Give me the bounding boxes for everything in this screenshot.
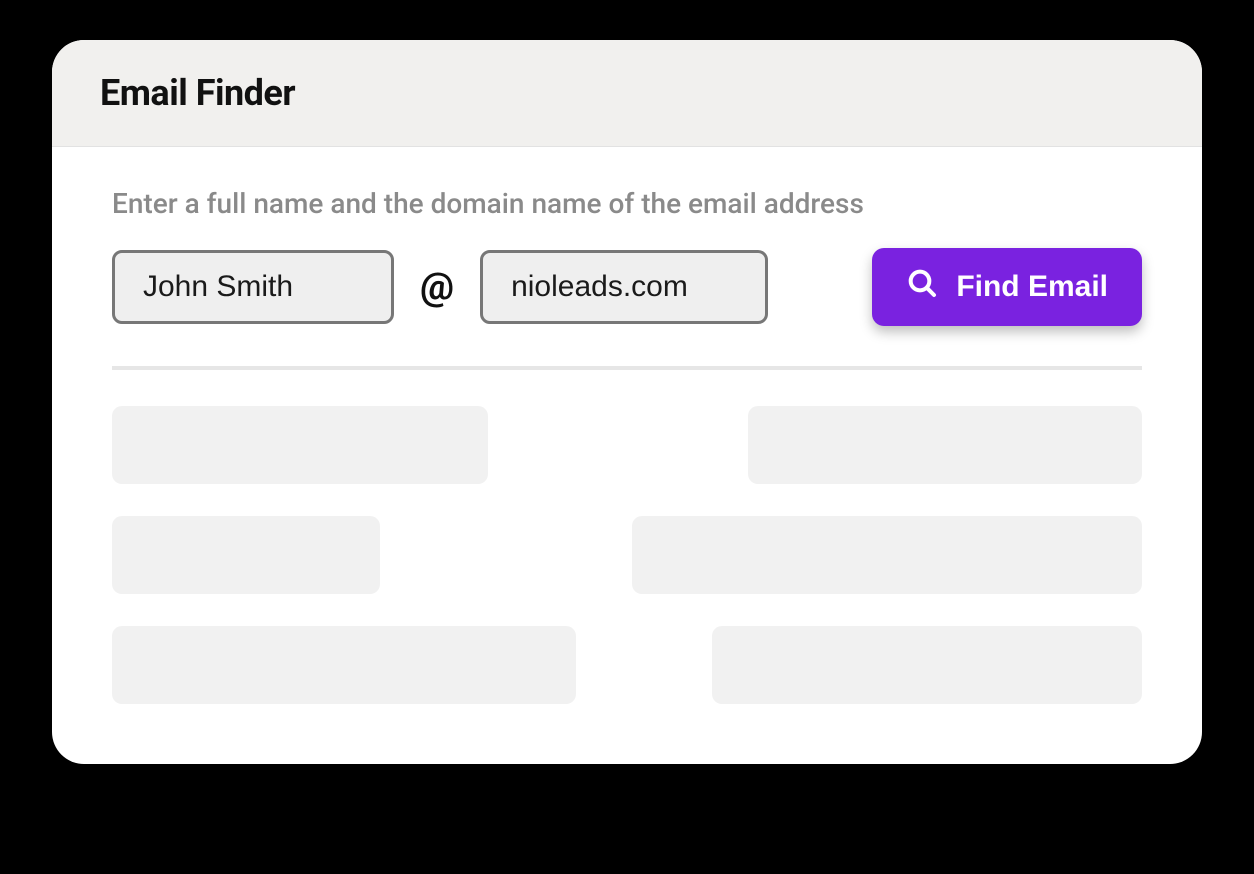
skeleton-block [748,406,1142,484]
find-email-button[interactable]: Find Email [872,248,1142,326]
domain-input[interactable] [480,250,768,324]
find-email-label: Find Email [956,270,1108,304]
instruction-text: Enter a full name and the domain name of… [112,187,1142,220]
skeleton-row [112,406,1142,484]
skeleton-block [632,516,1142,594]
skeleton-row [112,516,1142,594]
skeleton-block [112,516,380,594]
card-body: Enter a full name and the domain name of… [52,147,1202,764]
full-name-input[interactable] [112,250,394,324]
page-title: Email Finder [100,72,1154,114]
skeleton-block [112,406,488,484]
divider [112,366,1142,370]
at-symbol: @ [416,265,458,309]
search-icon [906,267,938,307]
email-finder-card: Email Finder Enter a full name and the d… [52,40,1202,764]
skeleton-block [712,626,1142,704]
input-row: @ Find Email [112,248,1142,326]
results-skeleton [112,406,1142,704]
card-header: Email Finder [52,40,1202,147]
skeleton-row [112,626,1142,704]
skeleton-block [112,626,576,704]
